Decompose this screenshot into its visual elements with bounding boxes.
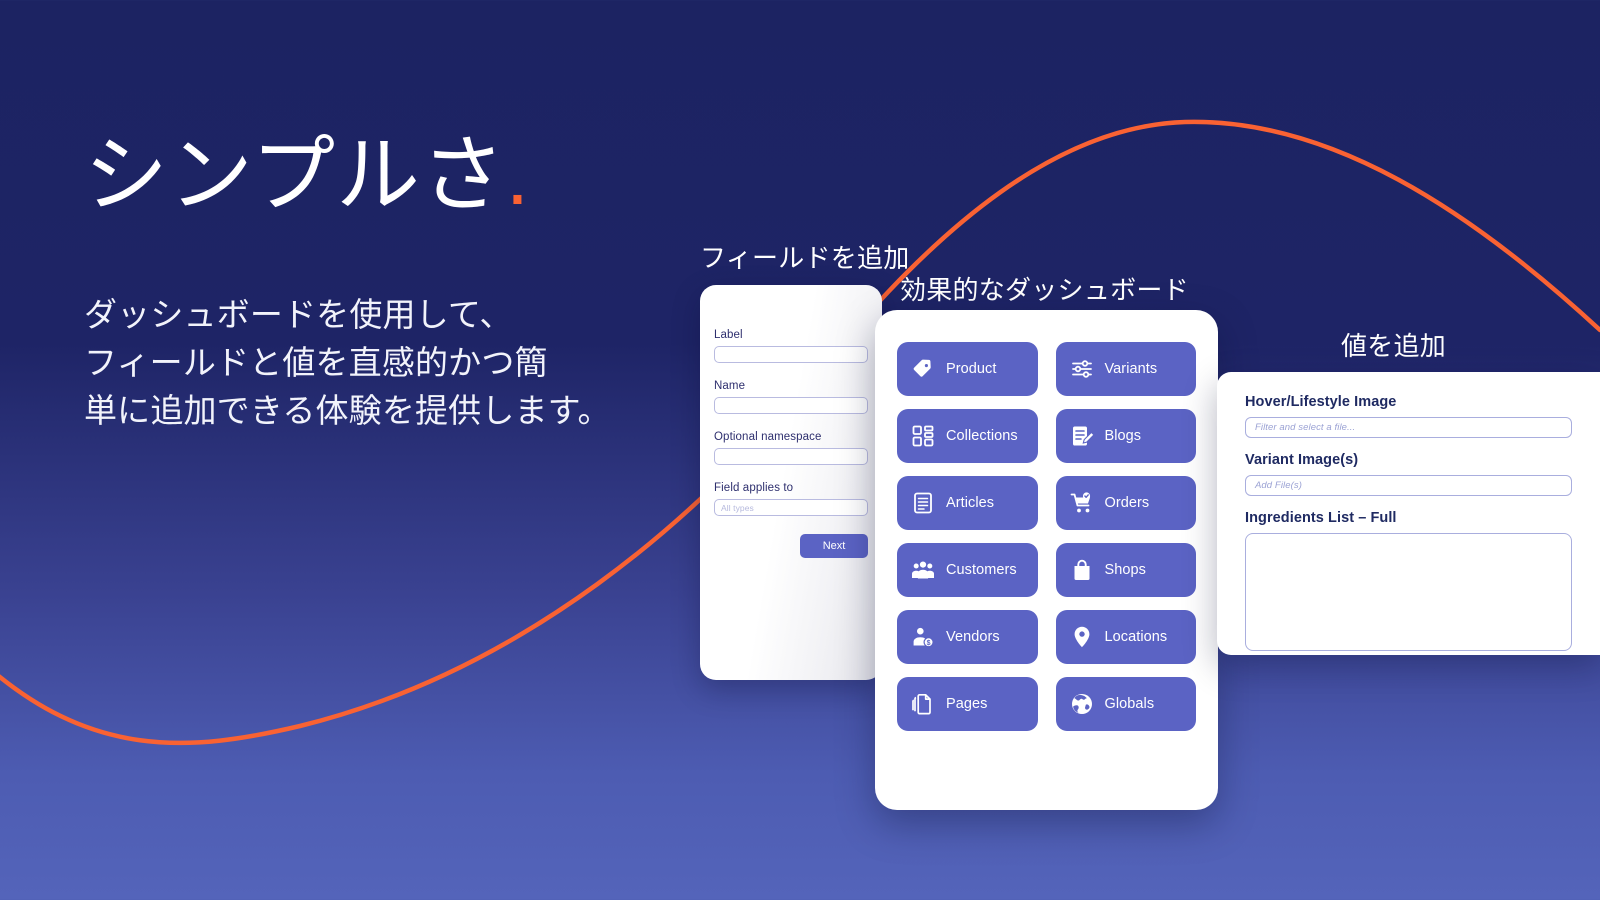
dashboard-button-customers[interactable]: Customers bbox=[897, 543, 1038, 597]
dashboard-button-label: Locations bbox=[1104, 629, 1168, 645]
dashboard-button-label: Orders bbox=[1104, 495, 1150, 511]
grid-icon bbox=[912, 425, 934, 447]
page-title-text: シンプルさ bbox=[84, 128, 506, 222]
hero-line-3: 単に追加できる体験を提供します。 bbox=[84, 392, 611, 430]
svg-text:$: $ bbox=[927, 640, 931, 647]
dashboard-button-label: Customers bbox=[946, 562, 1017, 578]
article-icon bbox=[914, 492, 932, 514]
dashboard-button-articles[interactable]: Articles bbox=[897, 476, 1038, 530]
dashboard-card: Product Variants Collections Blogs Artic… bbox=[875, 310, 1218, 810]
add-field-card: Label Name Optional namespace Field appl… bbox=[700, 285, 882, 680]
value-input-hover-image[interactable]: Filter and select a file... bbox=[1245, 417, 1572, 438]
field-label-name: Name bbox=[714, 380, 746, 392]
field-select-applies-to[interactable]: All types bbox=[714, 499, 868, 516]
document-pencil-icon bbox=[1072, 426, 1094, 446]
dashboard-button-shops[interactable]: Shops bbox=[1055, 543, 1196, 597]
field-label-label: Label bbox=[714, 329, 743, 341]
page-title: シンプルさ. bbox=[84, 131, 704, 219]
field-input-label[interactable] bbox=[714, 346, 868, 363]
dashboard-button-variants[interactable]: Variants bbox=[1055, 342, 1196, 396]
accent-dot: . bbox=[505, 128, 530, 222]
value-textarea-ingredients[interactable] bbox=[1245, 533, 1572, 651]
field-card-title: フィールドを追加 bbox=[700, 243, 910, 273]
shopping-bag-icon bbox=[1074, 559, 1089, 580]
add-value-card: Hover/Lifestyle Image Filter and select … bbox=[1217, 372, 1600, 655]
tag-icon bbox=[913, 359, 931, 377]
field-row-name: Name bbox=[714, 380, 868, 414]
map-pin-icon bbox=[1074, 626, 1089, 648]
pages-stack-icon bbox=[912, 693, 931, 715]
value-card-title: 値を追加 bbox=[1341, 331, 1447, 361]
dashboard-button-label: Collections bbox=[946, 428, 1018, 444]
hero-copy: シンプルさ. ダッシュボードを使用して、 フィールドと値を直感的かつ簡 単に追加… bbox=[84, 131, 704, 435]
dashboard-button-blogs[interactable]: Blogs bbox=[1055, 409, 1196, 463]
dashboard-button-collections[interactable]: Collections bbox=[897, 409, 1038, 463]
dashboard-button-vendors[interactable]: $ Vendors bbox=[897, 610, 1038, 664]
dashboard-card-title: 効果的なダッシュボード bbox=[900, 275, 1189, 305]
value-input-variant-images-placeholder: Add File(s) bbox=[1255, 480, 1302, 491]
hero-line-1: ダッシュボードを使用して、 bbox=[84, 296, 513, 334]
field-label-applies-to: Field applies to bbox=[714, 482, 794, 494]
dashboard-button-label: Pages bbox=[946, 696, 988, 712]
field-select-applies-to-placeholder: All types bbox=[721, 502, 754, 513]
value-row-ingredients: Ingredients List – Full bbox=[1245, 510, 1572, 651]
sliders-icon bbox=[1071, 360, 1092, 378]
value-label-ingredients: Ingredients List – Full bbox=[1245, 510, 1397, 526]
field-input-name[interactable] bbox=[714, 397, 868, 414]
field-row-label: Label bbox=[714, 329, 868, 363]
hero-line-2: フィールドと値を直感的かつ簡 bbox=[84, 344, 548, 382]
dashboard-button-grid: Product Variants Collections Blogs Artic… bbox=[897, 342, 1196, 731]
dashboard-button-pages[interactable]: Pages bbox=[897, 677, 1038, 731]
field-label-namespace: Optional namespace bbox=[714, 431, 822, 443]
shopping-cart-check-icon bbox=[1070, 492, 1090, 513]
people-icon bbox=[912, 561, 934, 579]
value-label-variant-images: Variant Image(s) bbox=[1245, 452, 1359, 468]
dashboard-button-orders[interactable]: Orders bbox=[1055, 476, 1196, 530]
next-button[interactable]: Next bbox=[800, 534, 868, 558]
dashboard-button-globals[interactable]: Globals bbox=[1055, 677, 1196, 731]
value-input-hover-image-placeholder: Filter and select a file... bbox=[1255, 422, 1356, 433]
dashboard-button-label: Vendors bbox=[946, 629, 1000, 645]
globe-icon bbox=[1071, 694, 1092, 714]
dashboard-button-label: Blogs bbox=[1104, 428, 1142, 444]
dashboard-button-label: Articles bbox=[946, 495, 995, 511]
dashboard-button-product[interactable]: Product bbox=[897, 342, 1038, 396]
person-dollar-icon: $ bbox=[913, 627, 934, 648]
dashboard-button-label: Globals bbox=[1104, 696, 1155, 712]
field-input-namespace[interactable] bbox=[714, 448, 868, 465]
dashboard-button-label: Shops bbox=[1104, 562, 1146, 578]
dashboard-button-label: Variants bbox=[1104, 361, 1158, 377]
hero-description: ダッシュボードを使用して、 フィールドと値を直感的かつ簡 単に追加できる体験を提… bbox=[84, 291, 704, 435]
dashboard-button-locations[interactable]: Locations bbox=[1055, 610, 1196, 664]
value-row-hover-image: Hover/Lifestyle Image Filter and select … bbox=[1245, 394, 1572, 438]
field-row-applies-to: Field applies to All types bbox=[714, 482, 868, 516]
value-row-variant-images: Variant Image(s) Add File(s) bbox=[1245, 452, 1572, 496]
value-input-variant-images[interactable]: Add File(s) bbox=[1245, 475, 1572, 496]
value-label-hover-image: Hover/Lifestyle Image bbox=[1245, 394, 1397, 410]
dashboard-button-label: Product bbox=[946, 361, 997, 377]
field-row-namespace: Optional namespace bbox=[714, 431, 868, 465]
